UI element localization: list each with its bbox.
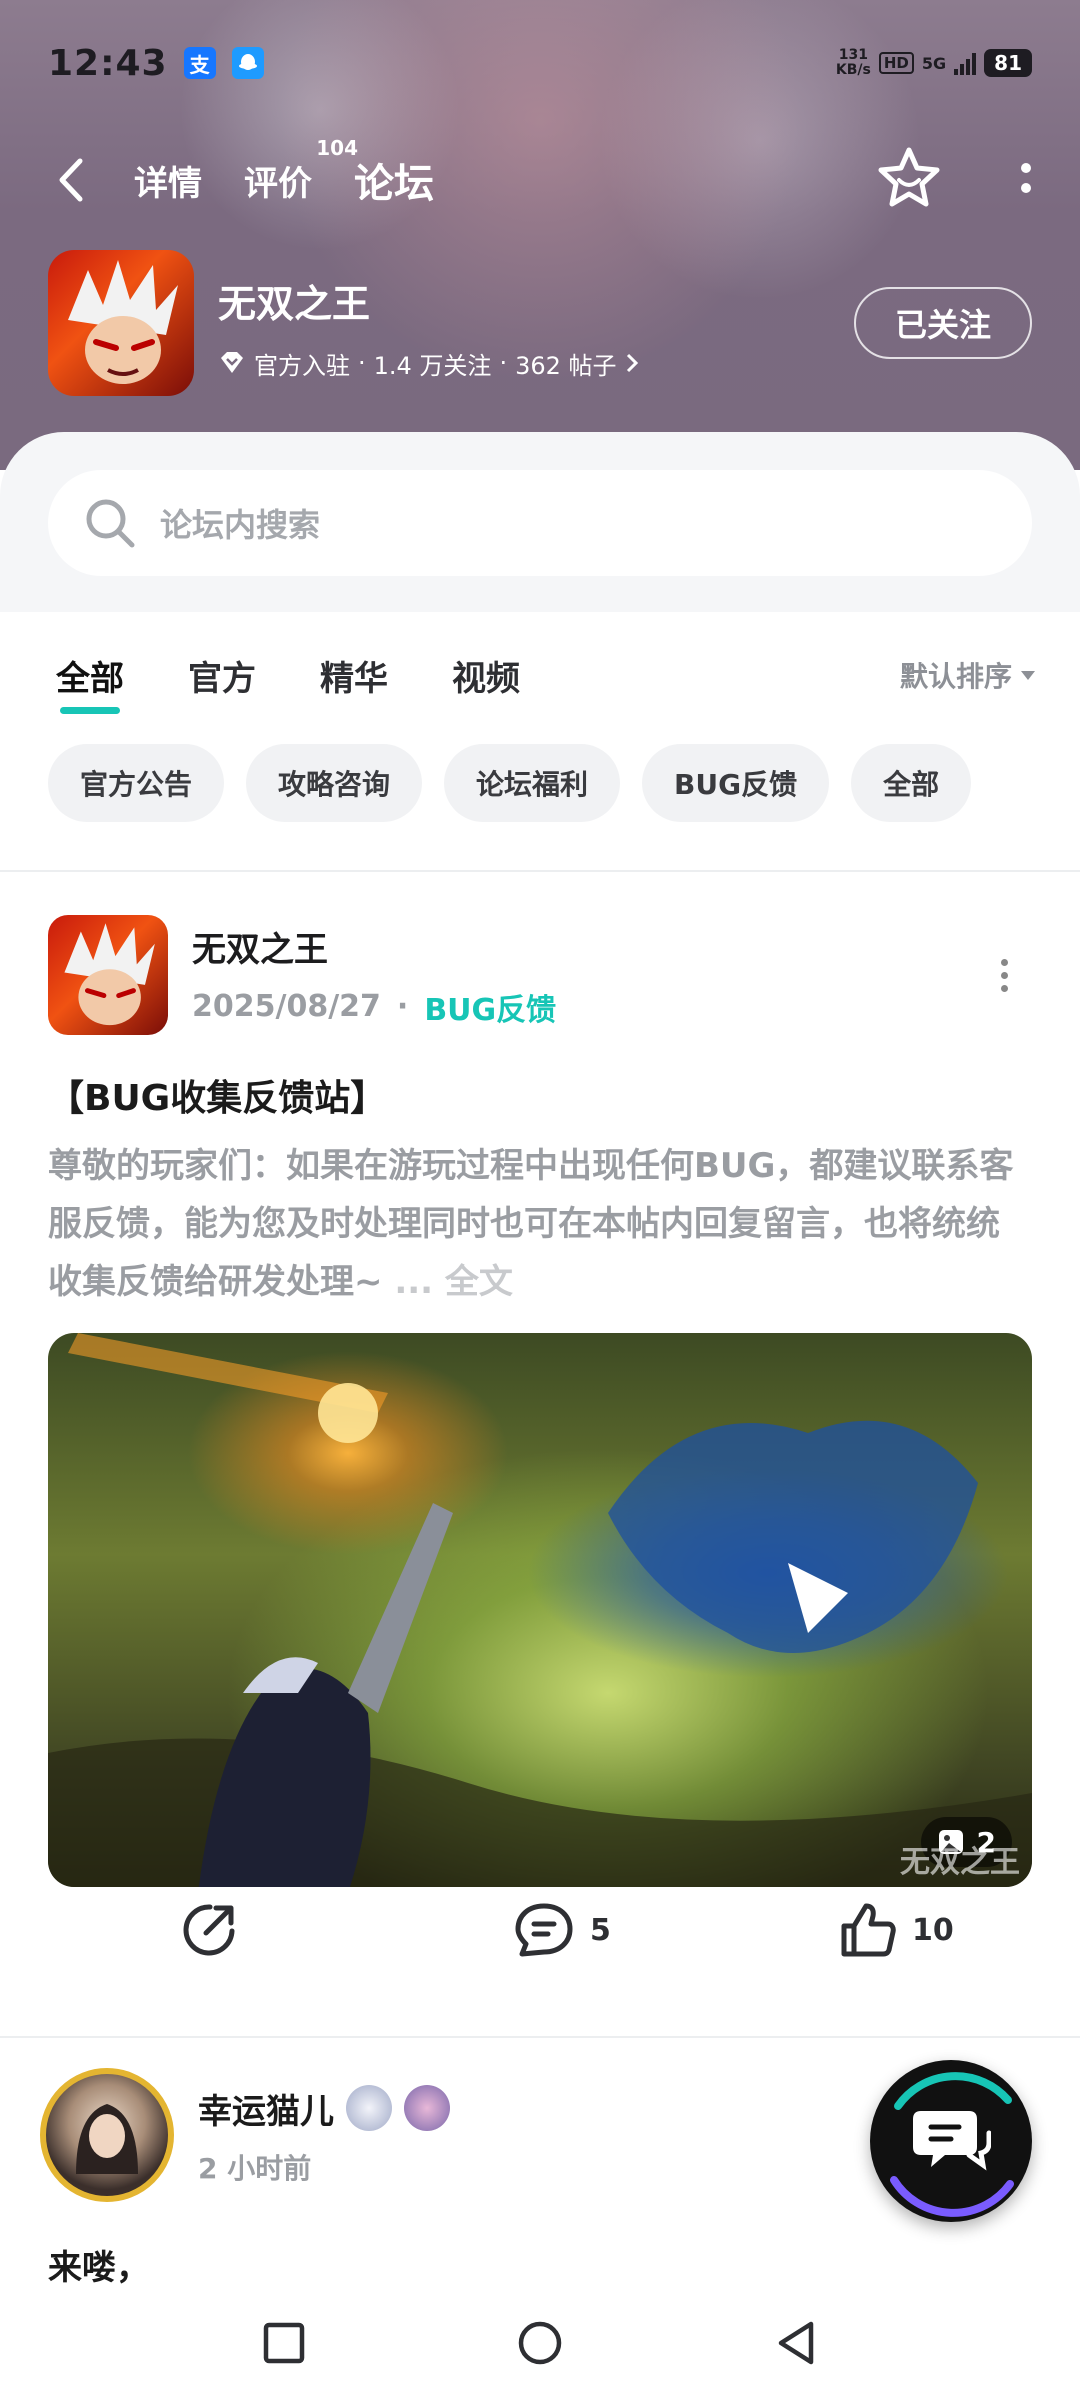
top-nav: 详情 评价 104 论坛 <box>56 136 1032 210</box>
comment-count: 5 <box>590 1912 611 1948</box>
status-bar: 12:43 支 131 KB/s HD 5G 81 <box>48 38 1032 88</box>
post-card[interactable]: 无双之王 2025/08/27 · BUG反馈 【BUG收集反馈站】 尊敬的玩家… <box>48 915 1032 1887</box>
caret-down-icon <box>1021 671 1035 680</box>
home-button[interactable] <box>517 2320 563 2370</box>
author-avatar[interactable] <box>48 915 168 1035</box>
battery-indicator: 81 <box>984 49 1032 77</box>
chip-announcements[interactable]: 官方公告 <box>48 744 225 822</box>
chip-all[interactable]: 全部 <box>851 744 972 822</box>
qq-icon <box>231 47 264 79</box>
share-button[interactable] <box>180 1901 238 1959</box>
post-body: 尊敬的玩家们：如果在游玩过程中出现任何BUG，都建议联系客服反馈，能为您及时处理… <box>48 1146 1014 1302</box>
chat-icon <box>913 2111 991 2171</box>
commenter-name[interactable]: 幸运猫儿 <box>198 2084 334 2133</box>
pet-badge-icon <box>404 2085 450 2131</box>
ellipsis: ... <box>382 1262 434 1302</box>
triangle-back-icon <box>778 2321 814 2365</box>
divider <box>0 2036 1080 2038</box>
chevron-right-icon <box>626 353 638 373</box>
signal-icon <box>954 51 977 75</box>
post-image[interactable]: 2 无双之王 <box>48 1333 1032 1887</box>
share-icon <box>183 1904 235 1956</box>
back-nav-button[interactable] <box>775 2320 817 2370</box>
network-speed: 131 KB/s <box>835 47 871 78</box>
sort-dropdown[interactable]: 默认排序 <box>900 655 1036 695</box>
game-meta: 官方入驻 · 1.4 万关注 · 362 帖子 <box>218 346 639 381</box>
post-more-icon[interactable] <box>1001 958 1032 992</box>
tab-details[interactable]: 详情 <box>134 156 202 205</box>
comment-icon <box>515 1903 573 1957</box>
search-input[interactable]: 论坛内搜索 <box>48 470 1032 576</box>
post-date: 2025/08/27 <box>192 989 381 1024</box>
tab-featured[interactable]: 精华 <box>320 651 388 700</box>
alipay-icon: 支 <box>183 47 216 79</box>
like-count: 10 <box>912 1912 954 1948</box>
read-full-link[interactable]: 全文 <box>433 1262 513 1302</box>
image-watermark: 无双之王 <box>900 1845 1020 1880</box>
network-type: 5G <box>921 53 947 73</box>
post-tag[interactable]: BUG反馈 <box>424 985 556 1029</box>
status-time: 12:43 <box>48 42 168 84</box>
chip-welfare[interactable]: 论坛福利 <box>444 744 621 822</box>
system-nav-bar <box>0 2300 1080 2390</box>
tab-video[interactable]: 视频 <box>452 651 520 700</box>
game-title: 无双之王 <box>218 281 371 326</box>
favorite-star-button[interactable] <box>876 146 942 214</box>
commenter-avatar[interactable] <box>40 2068 174 2202</box>
posts-count[interactable]: 362 帖子 <box>515 346 616 381</box>
post-title: 【BUG收集反馈站】 <box>48 1078 387 1119</box>
tab-forum[interactable]: 论坛 <box>354 151 434 209</box>
comment-time: 2 小时前 <box>198 2151 312 2185</box>
tab-official[interactable]: 官方 <box>188 651 256 700</box>
game-info-row: 无双之王 官方入驻 · 1.4 万关注 · 362 帖子 已关注 <box>48 249 1032 396</box>
search-icon <box>86 499 135 548</box>
followers-count: 1.4 万关注 <box>373 351 492 380</box>
comment-button[interactable]: 5 <box>514 1902 611 1958</box>
post-actions: 5 10 <box>0 1890 1080 1970</box>
tab-all[interactable]: 全部 <box>56 651 124 714</box>
official-diamond-icon <box>221 352 243 373</box>
meta-separator: · <box>396 989 409 1024</box>
chip-bug-feedback[interactable]: BUG反馈 <box>642 744 830 822</box>
chat-fab-button[interactable] <box>870 2060 1032 2222</box>
like-button[interactable]: 10 <box>838 1902 954 1958</box>
follow-button[interactable]: 已关注 <box>854 286 1032 359</box>
back-button[interactable] <box>56 155 96 205</box>
author-name[interactable]: 无双之王 <box>192 922 556 971</box>
search-placeholder: 论坛内搜索 <box>160 506 321 544</box>
filter-chips: 官方公告 攻略咨询 论坛福利 BUG反馈 全部 <box>48 744 1060 822</box>
more-menu-button[interactable] <box>1020 158 1032 202</box>
game-icon[interactable] <box>48 249 194 396</box>
hd-icon: HD <box>878 52 914 74</box>
divider <box>0 870 1080 872</box>
recents-button[interactable] <box>263 2322 305 2368</box>
tab-reviews[interactable]: 评价 104 <box>244 136 358 205</box>
reviews-count: 104 <box>316 135 358 160</box>
official-label: 官方入驻 <box>254 351 350 380</box>
square-icon <box>263 2322 305 2364</box>
circle-icon <box>518 2321 562 2365</box>
category-tabs: 全部 官方 精华 视频 默认排序 <box>56 640 1036 714</box>
comment-text: 来喽， <box>48 2248 150 2288</box>
chip-guides[interactable]: 攻略咨询 <box>246 744 423 822</box>
thumbs-up-icon <box>841 1903 896 1957</box>
level-badge-icon <box>346 2085 392 2131</box>
